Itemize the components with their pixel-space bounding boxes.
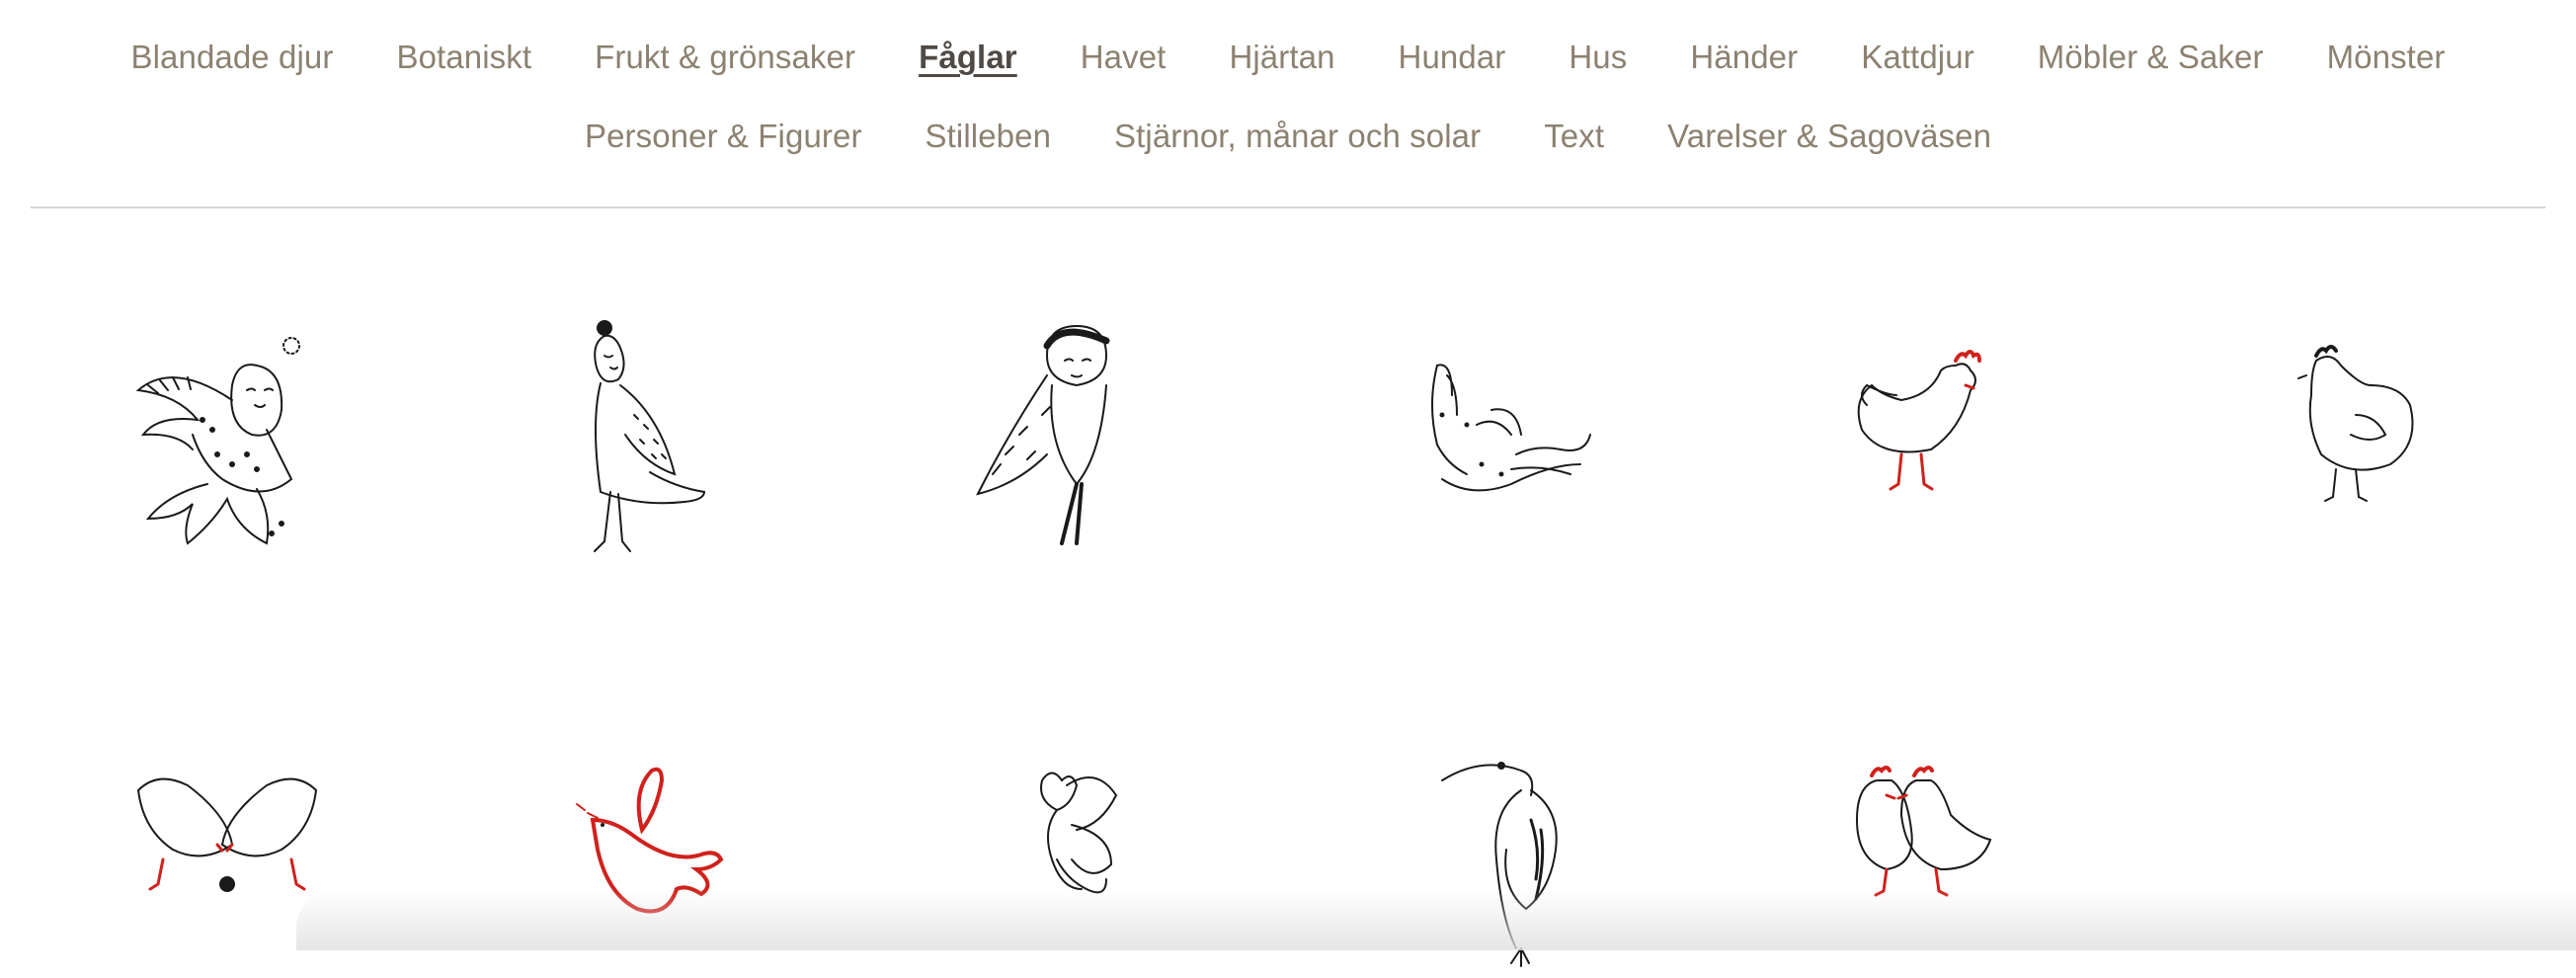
hen-red-comb-icon: [1857, 350, 1981, 491]
product-tile[interactable]: [523, 306, 761, 563]
hen-black-icon: [2297, 345, 2414, 502]
product-tile[interactable]: [109, 306, 346, 563]
bottom-scroll-shadow: [296, 889, 2576, 950]
bird-woman-standing-icon: [594, 320, 706, 552]
owl-woman-icon: [976, 324, 1110, 545]
product-tile[interactable]: [2237, 306, 2474, 563]
swallow-diving-icon: [1431, 364, 1591, 492]
product-grid: [0, 0, 2576, 967]
product-tile[interactable]: [1383, 306, 1620, 563]
product-tile[interactable]: [1808, 306, 2045, 563]
bird-woman-flying-dotted-icon: [135, 337, 300, 545]
product-tile[interactable]: [948, 306, 1185, 563]
